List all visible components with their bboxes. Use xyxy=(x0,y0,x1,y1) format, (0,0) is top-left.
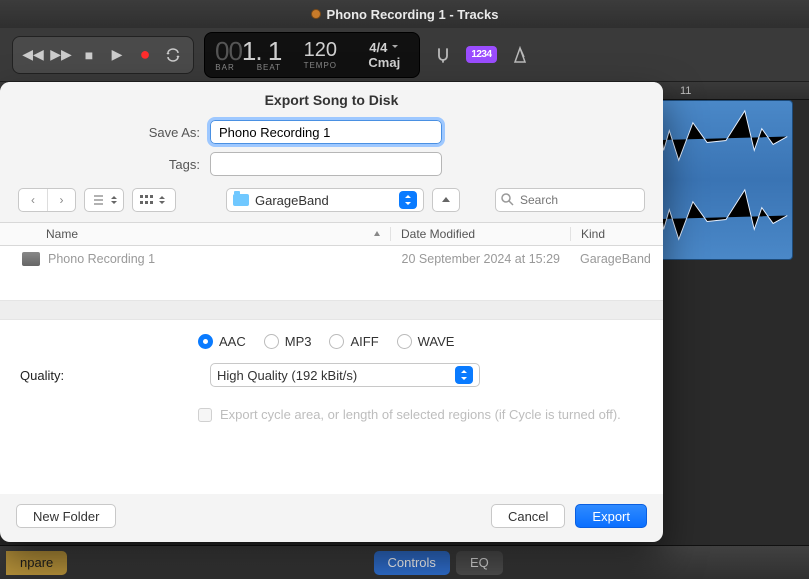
count-in-badge[interactable]: 1234 xyxy=(466,46,496,63)
export-options: AAC MP3 AIFF WAVE Quality: High Quality … xyxy=(0,320,663,494)
export-cycle-option: Export cycle area, or length of selected… xyxy=(198,407,643,422)
bar-value: 1 xyxy=(242,38,255,64)
save-as-label: Save As: xyxy=(20,125,200,140)
play-button[interactable]: ▶ xyxy=(105,43,129,67)
file-list-header: Name Date Modified Kind xyxy=(0,222,663,246)
fast-forward-button[interactable]: ▶▶ xyxy=(49,43,73,67)
file-kind: GarageBand xyxy=(570,252,663,266)
lcd-display[interactable]: 001. 1 BAR BEAT 120 TEMPO 4/4 Cmaj xyxy=(204,32,420,78)
file-row[interactable]: Phono Recording 1 20 September 2024 at 1… xyxy=(0,246,663,272)
checkbox-disabled-icon xyxy=(198,408,212,422)
file-list: Phono Recording 1 20 September 2024 at 1… xyxy=(0,246,663,300)
project-icon xyxy=(22,252,40,266)
view-list-toggle[interactable] xyxy=(84,188,124,212)
search-field[interactable] xyxy=(495,188,645,212)
transport-toolbar: ◀◀ ▶▶ ■ ▶ ● 001. 1 BAR BEAT 120 TEMPO 4/… xyxy=(0,28,809,82)
ruler-mark: 11 xyxy=(680,85,691,97)
cycle-text: Export cycle area, or length of selected… xyxy=(220,407,621,422)
tempo-value: 120 xyxy=(304,39,337,62)
radio-icon xyxy=(397,334,412,349)
cancel-button[interactable]: Cancel xyxy=(491,504,565,528)
record-button[interactable]: ● xyxy=(133,43,157,67)
cycle-icon xyxy=(165,47,181,63)
file-date: 20 September 2024 at 15:29 xyxy=(390,252,570,266)
column-date[interactable]: Date Modified xyxy=(390,227,570,241)
new-folder-button[interactable]: New Folder xyxy=(16,504,116,528)
format-radio-group: AAC MP3 AIFF WAVE xyxy=(198,334,643,349)
beat-value: 1 xyxy=(268,38,281,64)
sort-asc-icon xyxy=(372,229,382,239)
export-button[interactable]: Export xyxy=(575,504,647,528)
column-kind[interactable]: Kind xyxy=(570,227,663,241)
folder-icon xyxy=(233,194,249,206)
view-grid-toggle[interactable] xyxy=(132,188,176,212)
format-wave[interactable]: WAVE xyxy=(397,334,455,349)
search-icon xyxy=(501,193,514,206)
column-name[interactable]: Name xyxy=(0,227,390,241)
window-title: Phono Recording 1 - Tracks xyxy=(327,7,499,22)
search-input[interactable] xyxy=(495,188,645,212)
timesig-value: 4/4 xyxy=(369,40,387,55)
dialog-footer: New Folder Cancel Export xyxy=(0,494,663,542)
cycle-button[interactable] xyxy=(161,43,185,67)
save-as-input[interactable] xyxy=(210,120,442,144)
quality-value: High Quality (192 kBit/s) xyxy=(217,368,449,383)
chevron-updown-icon xyxy=(111,196,117,204)
tags-label: Tags: xyxy=(20,157,200,172)
chevron-up-icon xyxy=(441,195,451,205)
nav-back-forward: ‹ › xyxy=(18,188,76,212)
tags-input[interactable] xyxy=(210,152,442,176)
eq-tab[interactable]: EQ xyxy=(456,551,503,575)
dropdown-caret-icon xyxy=(455,366,473,384)
dialog-title: Export Song to Disk xyxy=(0,82,663,116)
radio-selected-icon xyxy=(198,334,213,349)
key-value: Cmaj xyxy=(368,55,400,70)
stop-button[interactable]: ■ xyxy=(77,43,101,67)
quality-dropdown[interactable]: High Quality (192 kBit/s) xyxy=(210,363,480,387)
export-dialog: Export Song to Disk Save As: Tags: ‹ › G… xyxy=(0,82,663,542)
format-mp3[interactable]: MP3 xyxy=(264,334,312,349)
tuning-fork-icon[interactable] xyxy=(430,42,456,68)
format-aac[interactable]: AAC xyxy=(198,334,246,349)
file-name: Phono Recording 1 xyxy=(48,252,155,266)
compare-button[interactable]: npare xyxy=(6,551,67,575)
tempo-label: TEMPO xyxy=(304,61,337,70)
radio-icon xyxy=(264,334,279,349)
chevron-down-icon xyxy=(391,43,399,51)
chevron-updown-icon xyxy=(159,196,165,204)
transport-controls: ◀◀ ▶▶ ■ ▶ ● xyxy=(12,36,194,74)
location-label: GarageBand xyxy=(255,193,393,208)
bar-label: BAR xyxy=(215,63,234,72)
controls-tab[interactable]: Controls xyxy=(374,551,450,575)
window-titlebar: Phono Recording 1 - Tracks xyxy=(0,0,809,28)
nav-back-button[interactable]: ‹ xyxy=(19,189,47,211)
radio-icon xyxy=(329,334,344,349)
beat-label: BEAT xyxy=(257,63,281,72)
list-divider xyxy=(0,300,663,320)
rewind-button[interactable]: ◀◀ xyxy=(21,43,45,67)
format-aiff[interactable]: AIFF xyxy=(329,334,378,349)
dropdown-caret-icon xyxy=(399,191,417,209)
nav-forward-button[interactable]: › xyxy=(47,189,75,211)
location-dropdown[interactable]: GarageBand xyxy=(226,188,424,212)
waveform-icon xyxy=(641,101,792,259)
quality-label: Quality: xyxy=(20,368,80,383)
metronome-icon[interactable] xyxy=(507,42,533,68)
up-folder-button[interactable] xyxy=(432,188,460,212)
bar-dim: 00 xyxy=(215,38,242,64)
grid-icon xyxy=(139,194,153,206)
list-icon xyxy=(91,194,105,206)
editor-bottom-bar: npare Controls EQ xyxy=(0,545,809,579)
project-dot-icon xyxy=(311,9,321,19)
